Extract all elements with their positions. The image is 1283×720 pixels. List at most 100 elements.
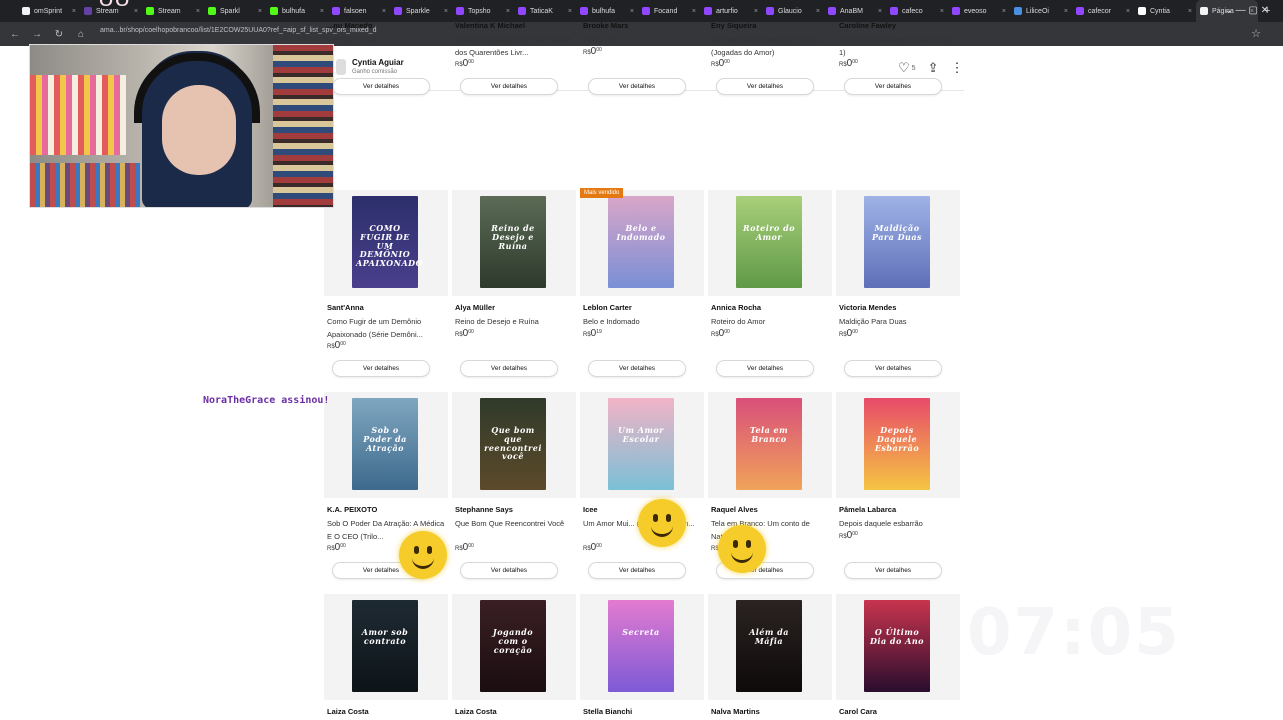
book-cover[interactable]: Roteiro do Amor	[736, 196, 802, 288]
book-cover[interactable]: Além da Máfia	[736, 600, 802, 692]
view-details-button[interactable]: Ver detalhes	[844, 78, 942, 95]
bookshelf-left	[30, 75, 126, 155]
browser-tab[interactable]: Cyntia ×	[1134, 0, 1196, 22]
tab-close-icon[interactable]: ×	[72, 8, 76, 15]
product-author: Pâmela Labarca	[839, 505, 897, 514]
product-title[interactable]: Que Bom Que Reencontrei Você	[455, 518, 573, 531]
tab-close-icon[interactable]: ×	[816, 8, 820, 15]
price-currency: R$	[583, 50, 591, 56]
browser-tab[interactable]: Sparkle ×	[390, 0, 452, 22]
cover-title: Secreta	[622, 627, 660, 637]
book-cover[interactable]: Jogando com o coração	[480, 600, 546, 692]
home-icon[interactable]: ⌂	[74, 29, 88, 40]
view-details-button[interactable]: Ver detalhes	[588, 562, 686, 579]
reload-icon[interactable]: ↻	[52, 29, 66, 40]
view-details-button[interactable]: Ver detalhes	[460, 562, 558, 579]
tab-close-icon[interactable]: ×	[940, 8, 944, 15]
view-details-button[interactable]: Ver detalhes	[460, 360, 558, 377]
browser-tab[interactable]: bulhufa ×	[576, 0, 638, 22]
tab-label: bulhufa	[282, 7, 305, 15]
book-cover[interactable]: Maldição Para Duas	[864, 196, 930, 288]
book-cover[interactable]: Sob o Poder da Atração	[352, 398, 418, 490]
product-price: R$019	[583, 328, 602, 339]
tab-close-icon[interactable]: ×	[258, 8, 262, 15]
tab-favicon-icon	[952, 7, 960, 15]
book-cover[interactable]: Reino de Desejo e Ruína	[480, 196, 546, 288]
view-details-button[interactable]: Ver detalhes	[588, 78, 686, 95]
browser-tab[interactable]: Sparkl ×	[204, 0, 266, 22]
browser-tab[interactable]: cafeco ×	[886, 0, 948, 22]
browser-tab[interactable]: cafecor ×	[1072, 0, 1134, 22]
more-options-icon[interactable]: ⋮	[950, 60, 963, 76]
product-title[interactable]: Reino de Desejo e Ruína	[455, 316, 573, 329]
product-title[interactable]: Só amigos (Universo Fawley Livro 1)	[839, 34, 957, 59]
tab-close-icon[interactable]: ×	[878, 8, 882, 15]
browser-tab[interactable]: bulhufa ×	[266, 0, 328, 22]
tab-close-icon[interactable]: ×	[134, 8, 138, 15]
product-title[interactable]: COMIGO NINGUÉM PODE (Clube dos Quarentõe…	[455, 34, 573, 59]
view-details-button[interactable]: Ver detalhes	[716, 360, 814, 377]
view-details-button[interactable]: Ver detalhes	[332, 78, 430, 95]
view-details-button[interactable]: Ver detalhes	[716, 78, 814, 95]
tab-close-icon[interactable]: ×	[1188, 8, 1192, 15]
product-title[interactable]: Como Fugir de um Demônio Apaixonado (Sér…	[327, 316, 445, 341]
browser-tab[interactable]: LiliceOi ×	[1010, 0, 1072, 22]
browser-tab[interactable]: Glaucio ×	[762, 0, 824, 22]
tab-label: omSprint	[34, 7, 63, 15]
tab-close-icon[interactable]: ×	[506, 8, 510, 15]
browser-tab[interactable]: TaticaK ×	[514, 0, 576, 22]
book-cover[interactable]: COMO FUGIR DE UM DEMÔNIO APAIXONADO	[352, 196, 423, 288]
smiley-emote-icon	[399, 531, 447, 579]
window-controls[interactable]: ⌄ — ▢ ✕	[1224, 5, 1269, 16]
profile-header[interactable]: Cyntia Aguiar Ganho comissão	[336, 58, 404, 75]
book-cover[interactable]: Depois Daquele Esbarrão	[864, 398, 930, 490]
forward-icon[interactable]: →	[30, 29, 44, 40]
product-title[interactable]: Roteiro do Amor	[711, 316, 829, 329]
product-title[interactable]: Belo e Indomado	[583, 316, 701, 329]
view-details-button[interactable]: Ver detalhes	[460, 78, 558, 95]
book-cover[interactable]: Que bom que reencontrei você	[480, 398, 546, 490]
browser-tab[interactable]: eveoso ×	[948, 0, 1010, 22]
cover-title: O Último Dia do Ano	[869, 627, 925, 646]
tab-close-icon[interactable]: ×	[196, 8, 200, 15]
share-icon[interactable]: ⇪	[928, 60, 939, 76]
browser-tab[interactable]: AnaBM ×	[824, 0, 886, 22]
view-details-button[interactable]: Ver detalhes	[332, 360, 430, 377]
view-details-button[interactable]: Ver detalhes	[588, 360, 686, 377]
book-cover[interactable]: Um Amor Escolar	[608, 398, 674, 490]
back-icon[interactable]: ←	[8, 29, 22, 40]
view-details-button[interactable]: Ver detalhes	[844, 360, 942, 377]
tab-close-icon[interactable]: ×	[444, 8, 448, 15]
product-title[interactable]: Depois daquele esbarrão	[839, 518, 957, 531]
tab-close-icon[interactable]: ×	[630, 8, 634, 15]
book-cover[interactable]: Belo e Indomado	[608, 196, 674, 288]
book-cover[interactable]: Tela em Branco	[736, 398, 802, 490]
tab-close-icon[interactable]: ×	[382, 8, 386, 15]
product-title[interactable]: Um falso acordo de amor (Livro 1) (Jogad…	[711, 34, 829, 59]
tab-favicon-icon	[704, 7, 712, 15]
browser-tab[interactable]: omSprint ×	[18, 0, 80, 22]
book-cover[interactable]: Amor sob contrato	[352, 600, 418, 692]
product-title[interactable]: INVICTO	[583, 34, 701, 47]
bookmark-star-icon[interactable]: ☆	[1251, 27, 1261, 40]
tab-close-icon[interactable]: ×	[1002, 8, 1006, 15]
view-details-button[interactable]: Ver detalhes	[844, 562, 942, 579]
product-title[interactable]: ...JETO VERÃO	[327, 34, 445, 47]
book-cover[interactable]: Secreta	[608, 600, 674, 692]
tab-close-icon[interactable]: ×	[754, 8, 758, 15]
tab-close-icon[interactable]: ×	[1064, 8, 1068, 15]
browser-tab[interactable]: falsoen ×	[328, 0, 390, 22]
book-cover[interactable]: O Último Dia do Ano	[864, 600, 930, 692]
browser-tab[interactable]: Stream ×	[142, 0, 204, 22]
product-title[interactable]: Maldição Para Duas	[839, 316, 957, 329]
tab-close-icon[interactable]: ×	[320, 8, 324, 15]
tab-close-icon[interactable]: ×	[692, 8, 696, 15]
tab-close-icon[interactable]: ×	[1126, 8, 1130, 15]
tab-close-icon[interactable]: ×	[568, 8, 572, 15]
product-author: Valentina K Michael	[455, 21, 526, 30]
browser-tab[interactable]: arturfio ×	[700, 0, 762, 22]
browser-tab[interactable]: Topsho ×	[452, 0, 514, 22]
like-count: 5	[911, 64, 916, 72]
heart-icon[interactable]: ♡	[898, 60, 910, 76]
browser-tab[interactable]: Focand ×	[638, 0, 700, 22]
